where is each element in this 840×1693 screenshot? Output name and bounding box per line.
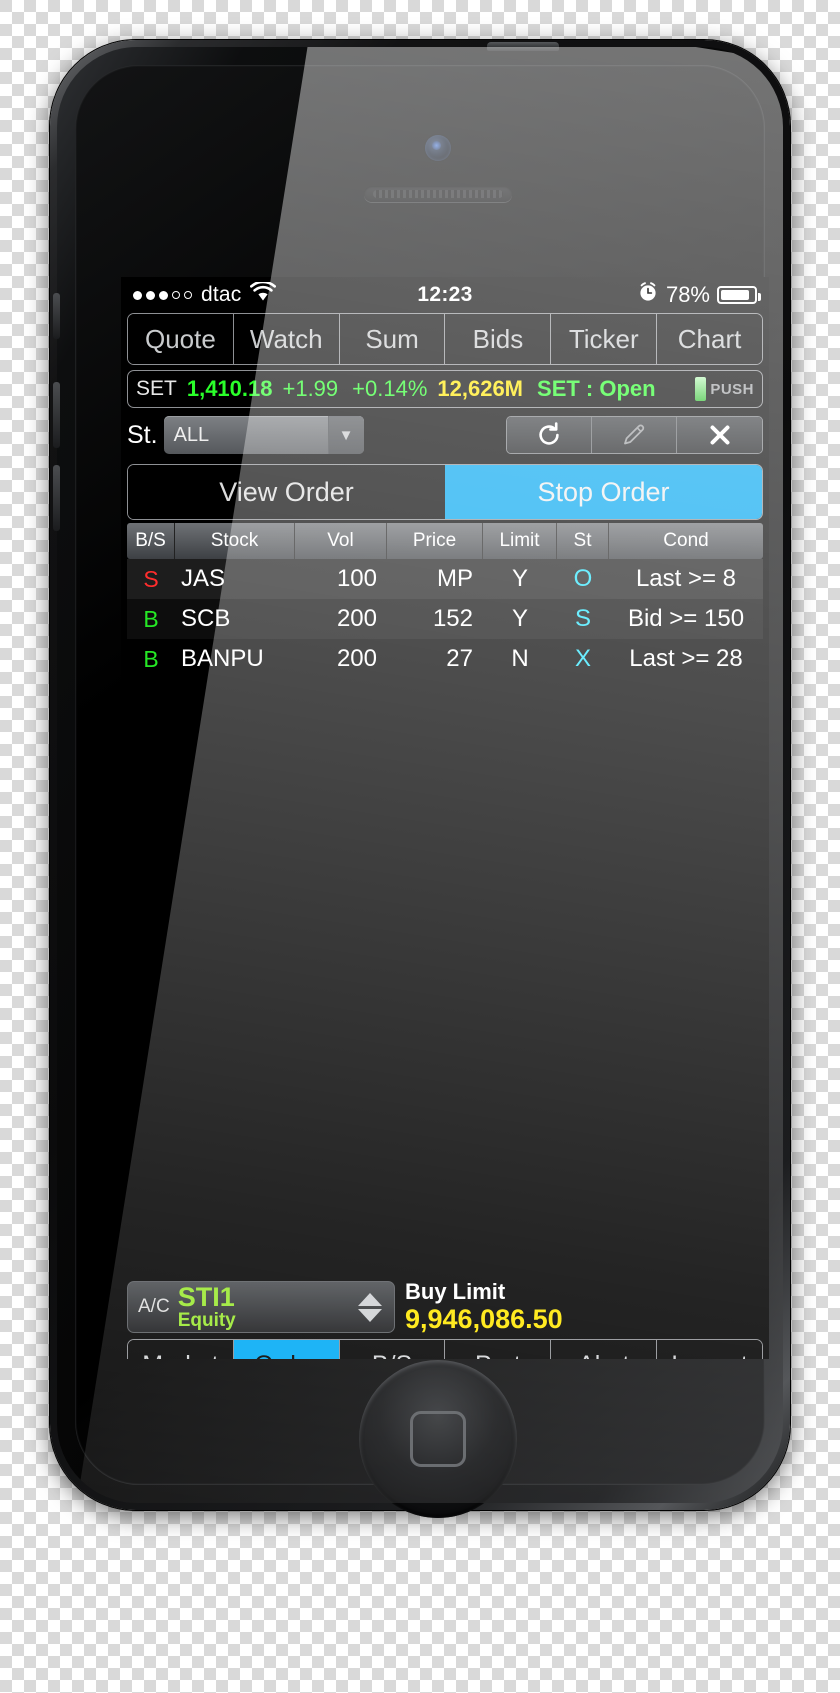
nav-market[interactable]: Market <box>128 1340 234 1359</box>
stop-order-table: B/S Stock Vol Price Limit St Cond S JAS … <box>127 523 763 679</box>
column-header-vol: Vol <box>295 523 387 559</box>
earpiece-speaker <box>364 186 512 202</box>
cell-bs: S <box>143 565 159 592</box>
table-empty-area <box>121 679 769 1279</box>
nav-order[interactable]: Order <box>233 1340 340 1359</box>
account-number: STI1 <box>177 1282 235 1312</box>
cell-limit: Y <box>511 565 528 592</box>
chevron-down-icon: ▼ <box>327 416 364 454</box>
push-label: PUSH <box>710 380 754 398</box>
table-header-row: B/S Stock Vol Price Limit St Cond <box>127 523 763 559</box>
index-volume: 12,626M <box>437 376 524 401</box>
push-indicator-icon <box>695 377 707 401</box>
tab-ticker[interactable]: Ticker <box>551 314 658 364</box>
cell-price: MP <box>437 565 473 592</box>
bottom-nav-bar: Market Order B/S Port Alert Logout <box>127 1339 763 1359</box>
table-row[interactable]: S JAS 100 MP Y O Last >= 8 <box>127 559 763 599</box>
column-header-limit: Limit <box>483 523 557 559</box>
top-tab-bar: Quote Watch Sum Bids Ticker Chart <box>127 313 763 365</box>
cell-cond: Last >= 28 <box>629 645 743 672</box>
column-header-price: Price <box>387 523 483 559</box>
cell-stock: SCB <box>181 605 231 632</box>
phone-bezel: dtac 12:23 78% Quote Watch Sum Bids Tick… <box>75 65 769 1518</box>
order-tab-bar: View Order Stop Order <box>127 464 763 520</box>
cell-price: 152 <box>432 605 473 632</box>
status-bar: dtac 12:23 78% <box>121 277 769 313</box>
tab-watch[interactable]: Watch <box>233 314 340 364</box>
market-status: SET : Open <box>537 376 656 401</box>
index-value: 1,410.18 <box>186 376 273 401</box>
status-filter-select[interactable]: ALL ▼ <box>163 416 364 454</box>
column-header-st: St <box>557 523 609 559</box>
nav-bs[interactable]: B/S <box>339 1340 446 1359</box>
tab-bids[interactable]: Bids <box>445 314 552 364</box>
buy-limit-block: Buy Limit 9,946,086.50 <box>405 1278 563 1335</box>
cell-bs: B <box>143 645 159 672</box>
cell-price: 27 <box>446 645 473 672</box>
clear-button[interactable] <box>677 417 762 453</box>
account-selector[interactable]: A/C STI1 Equity <box>127 1281 395 1333</box>
account-type: Equity <box>177 1310 236 1331</box>
power-button[interactable] <box>487 42 559 51</box>
home-square-icon <box>410 1411 466 1467</box>
home-button[interactable] <box>359 1360 517 1518</box>
cell-st: O <box>573 565 593 592</box>
nav-alert[interactable]: Alert <box>551 1340 658 1359</box>
cell-cond: Bid >= 150 <box>627 605 745 632</box>
front-camera <box>425 135 451 161</box>
column-header-stock: Stock <box>175 523 295 559</box>
tab-sum[interactable]: Sum <box>339 314 446 364</box>
alarm-clock-icon <box>637 281 659 309</box>
pencil-icon <box>620 421 648 449</box>
cell-st: S <box>574 605 591 632</box>
battery-icon <box>717 286 761 304</box>
table-row[interactable]: B BANPU 200 27 N X Last >= 28 <box>127 639 763 679</box>
triangle-down-icon[interactable] <box>358 1308 382 1322</box>
index-name: SET <box>136 377 177 400</box>
volume-up-button[interactable] <box>53 382 60 448</box>
cell-limit: N <box>511 645 529 672</box>
column-header-bs: B/S <box>127 523 175 559</box>
tab-stop-order[interactable]: Stop Order <box>445 465 762 519</box>
account-label: A/C <box>138 1296 170 1317</box>
toolbar-actions <box>506 416 763 454</box>
close-x-icon <box>706 421 734 449</box>
cell-stock: JAS <box>181 565 226 592</box>
battery-percent-label: 78% <box>665 282 710 307</box>
market-index-bar[interactable]: SET 1,410.18 +1.99 +0.14% 12,626M SET : … <box>127 370 763 408</box>
cell-vol: 200 <box>336 605 377 632</box>
cell-cond: Last >= 8 <box>635 565 737 592</box>
status-filter-row: St. ALL ▼ <box>127 412 763 458</box>
table-row[interactable]: B SCB 200 152 Y S Bid >= 150 <box>127 599 763 639</box>
phone-chassis: dtac 12:23 78% Quote Watch Sum Bids Tick… <box>53 42 783 1518</box>
cell-limit: Y <box>511 605 528 632</box>
cell-vol: 100 <box>336 565 377 592</box>
buy-limit-label: Buy Limit <box>405 1278 506 1304</box>
cell-vol: 200 <box>336 645 377 672</box>
refresh-button[interactable] <box>507 417 592 453</box>
account-stepper[interactable] <box>358 1292 382 1322</box>
buy-limit-value: 9,946,086.50 <box>405 1304 563 1335</box>
nav-port[interactable]: Port <box>445 1340 552 1359</box>
phone-screen: dtac 12:23 78% Quote Watch Sum Bids Tick… <box>121 277 769 1359</box>
edit-button[interactable] <box>592 417 677 453</box>
silent-switch[interactable] <box>53 293 60 339</box>
phone-device: dtac 12:23 78% Quote Watch Sum Bids Tick… <box>50 40 790 1518</box>
account-bar: A/C STI1 Equity Buy Limit 9,946,086.50 <box>127 1279 763 1335</box>
triangle-up-icon[interactable] <box>358 1292 382 1306</box>
status-filter-value: ALL <box>173 423 210 446</box>
tab-chart[interactable]: Chart <box>657 314 762 364</box>
nav-logout[interactable]: Logout <box>657 1340 762 1359</box>
cell-bs: B <box>143 605 159 632</box>
refresh-icon <box>535 421 563 449</box>
cell-stock: BANPU <box>181 645 264 672</box>
index-change-pct: +0.14% <box>352 376 428 401</box>
volume-down-button[interactable] <box>53 465 60 531</box>
tab-view-order[interactable]: View Order <box>128 465 445 519</box>
tab-quote[interactable]: Quote <box>128 314 234 364</box>
cell-st: X <box>574 645 591 672</box>
index-change: +1.99 <box>282 376 339 401</box>
column-header-cond: Cond <box>663 530 709 551</box>
status-filter-label: St. <box>127 420 158 449</box>
